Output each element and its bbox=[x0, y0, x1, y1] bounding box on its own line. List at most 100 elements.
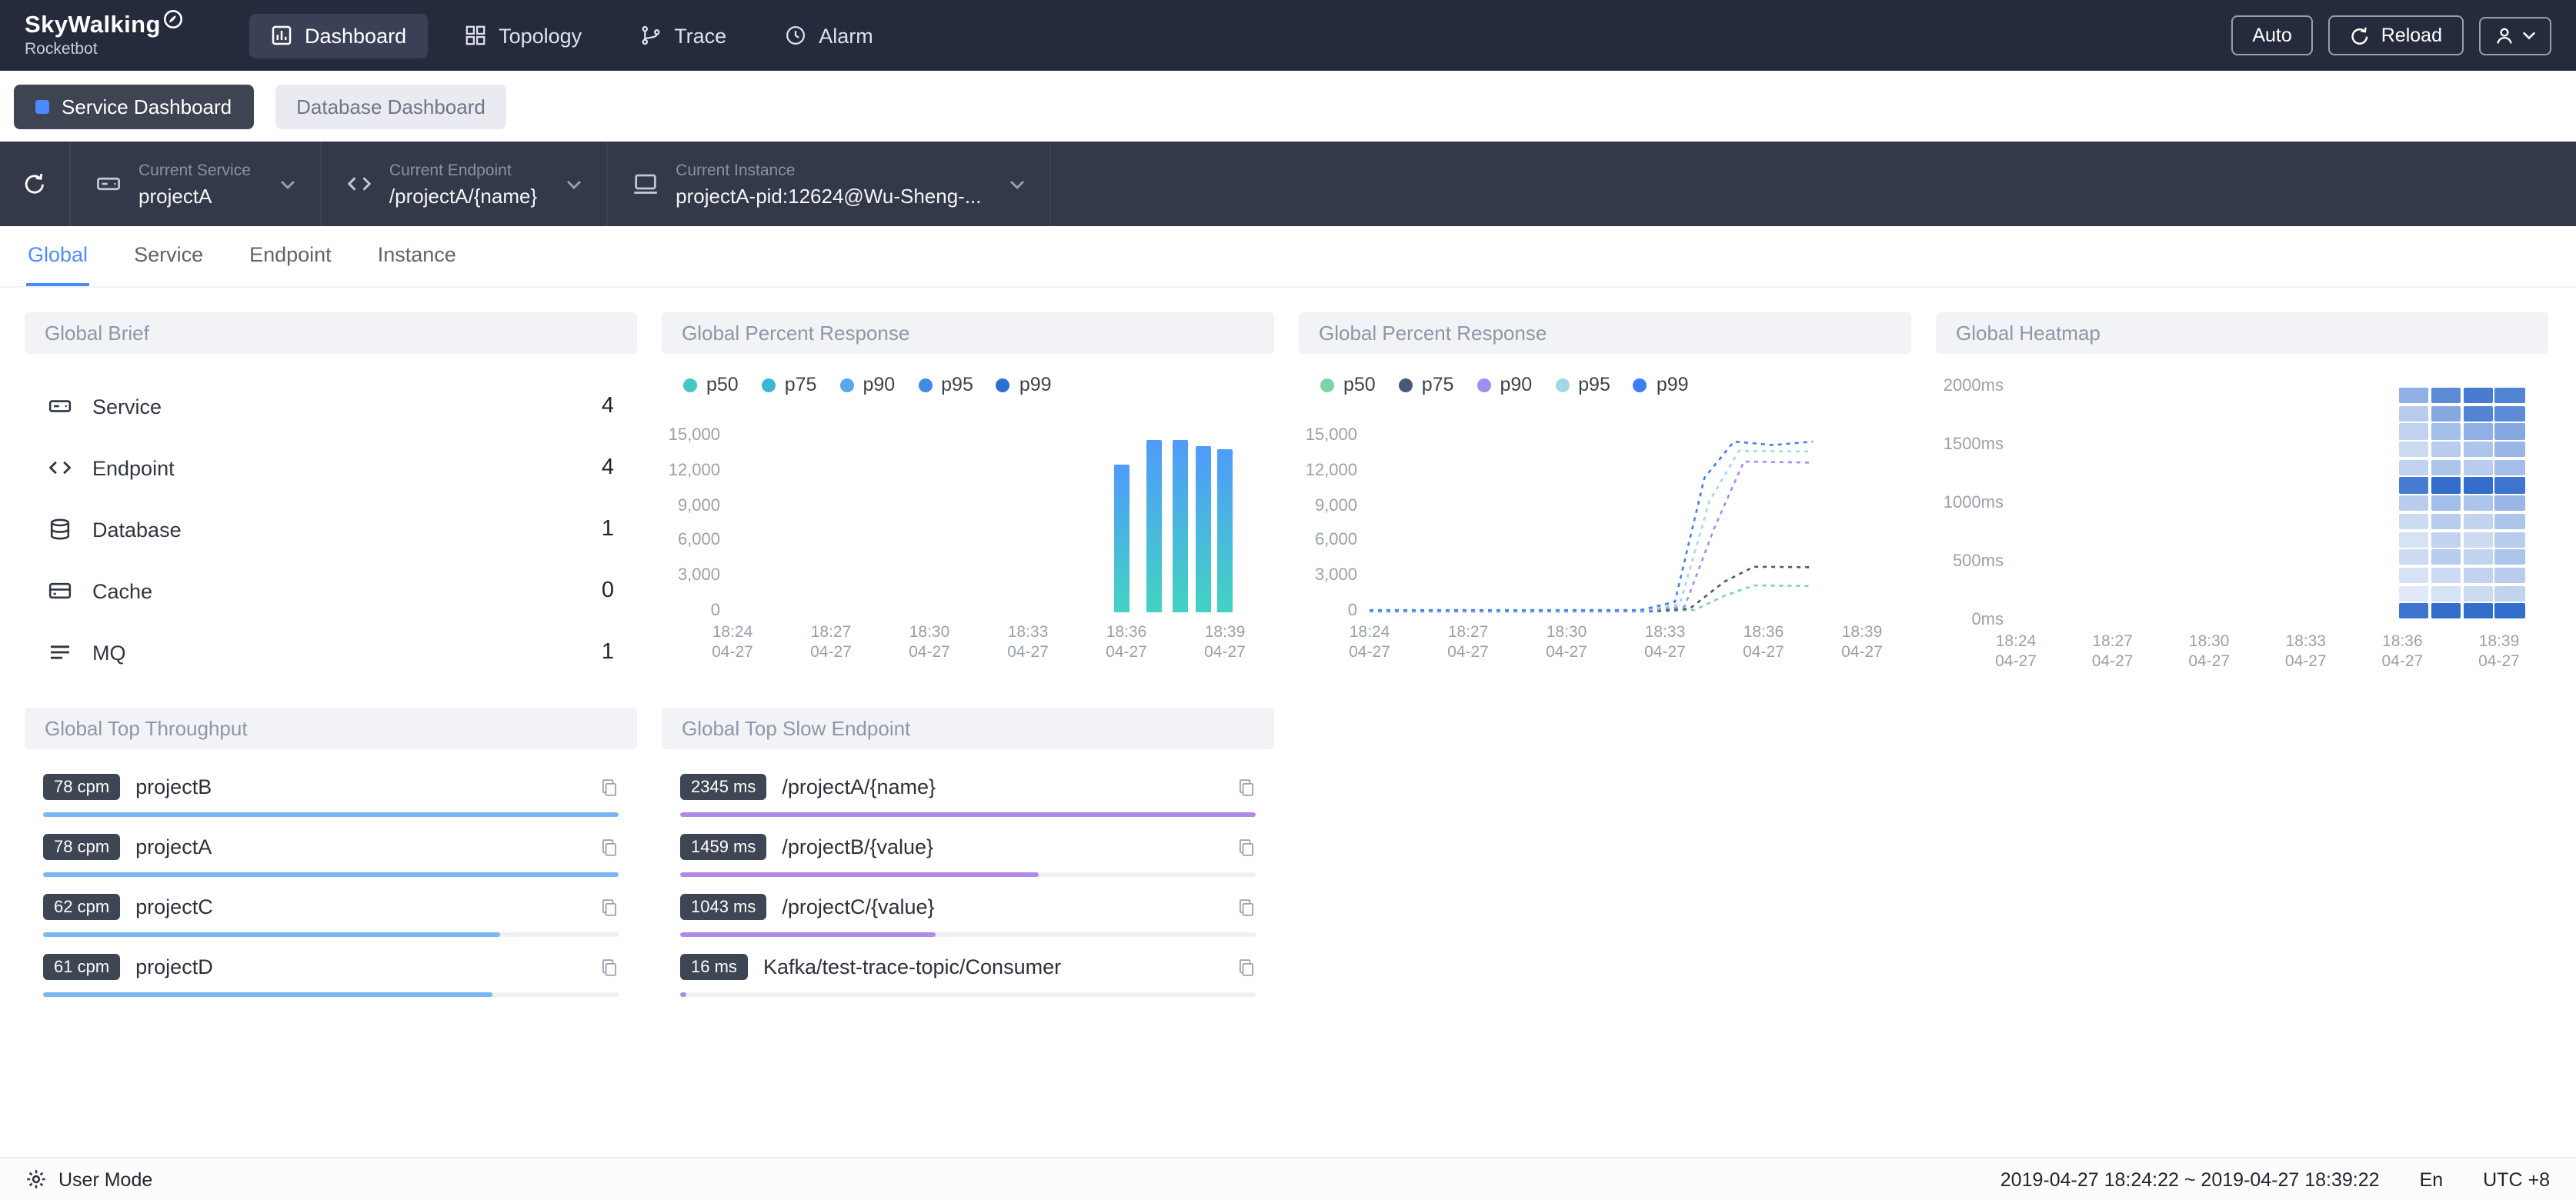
user-mode-toggle[interactable]: User Mode bbox=[26, 1168, 152, 1190]
selector-bar: Current Service projectA Current Endpoin… bbox=[0, 142, 2576, 226]
card-global-brief: Global Brief Service 4 Endpoint 4 Databa… bbox=[25, 312, 637, 683]
heatmap-cell bbox=[2463, 603, 2493, 619]
user-mode-label: User Mode bbox=[58, 1168, 153, 1190]
copy-button[interactable] bbox=[1237, 956, 1256, 978]
language-selector[interactable]: En bbox=[2420, 1168, 2444, 1190]
selector-label: Current Service bbox=[138, 161, 251, 179]
nav-item-topology[interactable]: Topology bbox=[443, 13, 603, 58]
clipboard-icon bbox=[1237, 896, 1256, 918]
tab-global[interactable]: Global bbox=[26, 226, 90, 286]
heatmap-cell bbox=[2463, 567, 2493, 584]
heatmap-cell bbox=[2431, 405, 2461, 422]
x-axis-label: 18:33 04-27 bbox=[1007, 623, 1049, 662]
timezone-selector[interactable]: UTC +8 bbox=[2483, 1168, 2550, 1190]
legend-label: p75 bbox=[784, 374, 817, 395]
legend-item-p75[interactable]: p75 bbox=[761, 374, 817, 395]
chart-legend: p50 p75 p90 p95 p99 bbox=[662, 354, 1274, 400]
nav-label: Dashboard bbox=[305, 24, 407, 47]
legend-item-p50[interactable]: p50 bbox=[1320, 374, 1376, 395]
heatmap-cell bbox=[2399, 405, 2429, 422]
x-axis-label: 18:24 04-27 bbox=[1995, 632, 2037, 671]
copy-button[interactable] bbox=[1237, 776, 1256, 798]
copy-button[interactable] bbox=[600, 896, 619, 918]
current-endpoint-selector[interactable]: Current Endpoint /projectA/{name} bbox=[322, 142, 609, 226]
copy-button[interactable] bbox=[1237, 896, 1256, 918]
endpoint-label: /projectC/{value} bbox=[782, 895, 935, 918]
legend-item-p90[interactable]: p90 bbox=[839, 374, 895, 395]
legend-label: p50 bbox=[706, 374, 739, 395]
legend-item-p75[interactable]: p75 bbox=[1398, 374, 1453, 395]
throughput-label: projectC bbox=[135, 895, 213, 918]
throughput-bar-track bbox=[43, 872, 619, 877]
tab-label: Database Dashboard bbox=[296, 95, 486, 118]
refresh-icon bbox=[23, 172, 46, 195]
card-title: Global Percent Response bbox=[1299, 312, 1911, 354]
brief-value: 4 bbox=[601, 455, 614, 480]
legend-label: p99 bbox=[1656, 374, 1689, 395]
alarm-icon bbox=[785, 25, 806, 46]
nav-item-alarm[interactable]: Alarm bbox=[763, 13, 895, 58]
y-axis-label: 0ms bbox=[1971, 611, 2004, 629]
heatmap-cell bbox=[2463, 423, 2493, 440]
heatmap-cell bbox=[2494, 388, 2524, 404]
legend-item-p90[interactable]: p90 bbox=[1477, 374, 1532, 395]
heatmap-cell bbox=[2431, 549, 2461, 565]
current-service-selector[interactable]: Current Service projectA bbox=[71, 142, 322, 226]
tab-endpoint[interactable]: Endpoint bbox=[248, 226, 333, 286]
nav-item-dashboard[interactable]: Dashboard bbox=[249, 13, 429, 58]
copy-button[interactable] bbox=[600, 836, 619, 858]
brand-subtitle: Rocketbot bbox=[25, 40, 98, 58]
reload-button[interactable]: Reload bbox=[2328, 15, 2464, 55]
legend-item-p95[interactable]: p95 bbox=[1555, 374, 1610, 395]
copy-button[interactable] bbox=[600, 776, 619, 798]
legend-label: p90 bbox=[863, 374, 896, 395]
latency-bar-track bbox=[680, 872, 1256, 877]
x-axis-label: 18:39 04-27 bbox=[2478, 632, 2520, 671]
selector-value: projectA bbox=[138, 184, 212, 207]
bar bbox=[1195, 446, 1211, 612]
legend-item-p99[interactable]: p99 bbox=[1633, 374, 1689, 395]
x-axis-label: 18:30 04-27 bbox=[1546, 623, 1587, 662]
tab-database-dashboard[interactable]: Database Dashboard bbox=[275, 84, 507, 128]
footer-bar: User Mode 2019-04-27 18:24:22 ~ 2019-04-… bbox=[0, 1157, 2576, 1200]
slow-endpoint-row: 1459 ms /projectB/{value} bbox=[680, 831, 1256, 877]
clipboard-icon bbox=[1237, 956, 1256, 978]
copy-button[interactable] bbox=[1237, 836, 1256, 858]
legend-item-p50[interactable]: p50 bbox=[683, 374, 739, 395]
brief-label: MQ bbox=[92, 641, 126, 664]
latency-bar-track bbox=[680, 932, 1256, 937]
heatmap-cell bbox=[2399, 442, 2429, 458]
auto-button[interactable]: Auto bbox=[2231, 15, 2314, 55]
heatmap-cell bbox=[2399, 549, 2429, 565]
service-icon bbox=[48, 394, 72, 418]
heatmap-cell bbox=[2494, 585, 2524, 602]
legend-item-p95[interactable]: p95 bbox=[918, 374, 973, 395]
current-instance-selector[interactable]: Current Instance projectA-pid:12624@Wu-S… bbox=[608, 142, 1052, 226]
legend-item-p99[interactable]: p99 bbox=[996, 374, 1052, 395]
legend-dot bbox=[1477, 378, 1491, 392]
heatmap-cell bbox=[2431, 477, 2461, 494]
card-title: Global Brief bbox=[25, 312, 637, 354]
heatmap-cell bbox=[2399, 603, 2429, 619]
tab-instance[interactable]: Instance bbox=[376, 226, 458, 286]
copy-button[interactable] bbox=[600, 956, 619, 978]
slow-endpoint-list: 2345 ms /projectA/{name} 1459 ms /projec… bbox=[662, 749, 1274, 1017]
throughput-label: projectD bbox=[135, 955, 213, 978]
tab-service-dashboard[interactable]: Service Dashboard bbox=[14, 84, 254, 128]
y-axis-label: 12,000 bbox=[668, 461, 720, 480]
x-axis-label: 18:36 04-27 bbox=[1106, 623, 1147, 662]
endpoint-label: Kafka/test-trace-topic/Consumer bbox=[762, 955, 1062, 978]
user-menu-button[interactable] bbox=[2479, 16, 2551, 55]
brand-title: SkyWalking bbox=[25, 12, 161, 38]
chevron-down-icon bbox=[2522, 31, 2536, 40]
heatmap-cell bbox=[2399, 532, 2429, 548]
refresh-selectors-button[interactable] bbox=[0, 142, 71, 226]
tab-service[interactable]: Service bbox=[132, 226, 205, 286]
latency-bar-track bbox=[680, 812, 1256, 817]
legend-label: p90 bbox=[1500, 374, 1533, 395]
chevron-down-icon bbox=[1009, 179, 1025, 188]
clipboard-icon bbox=[1237, 836, 1256, 858]
nav-item-trace[interactable]: Trace bbox=[619, 13, 748, 58]
brief-label: Database bbox=[92, 518, 182, 541]
heatmap-cell bbox=[2463, 459, 2493, 475]
